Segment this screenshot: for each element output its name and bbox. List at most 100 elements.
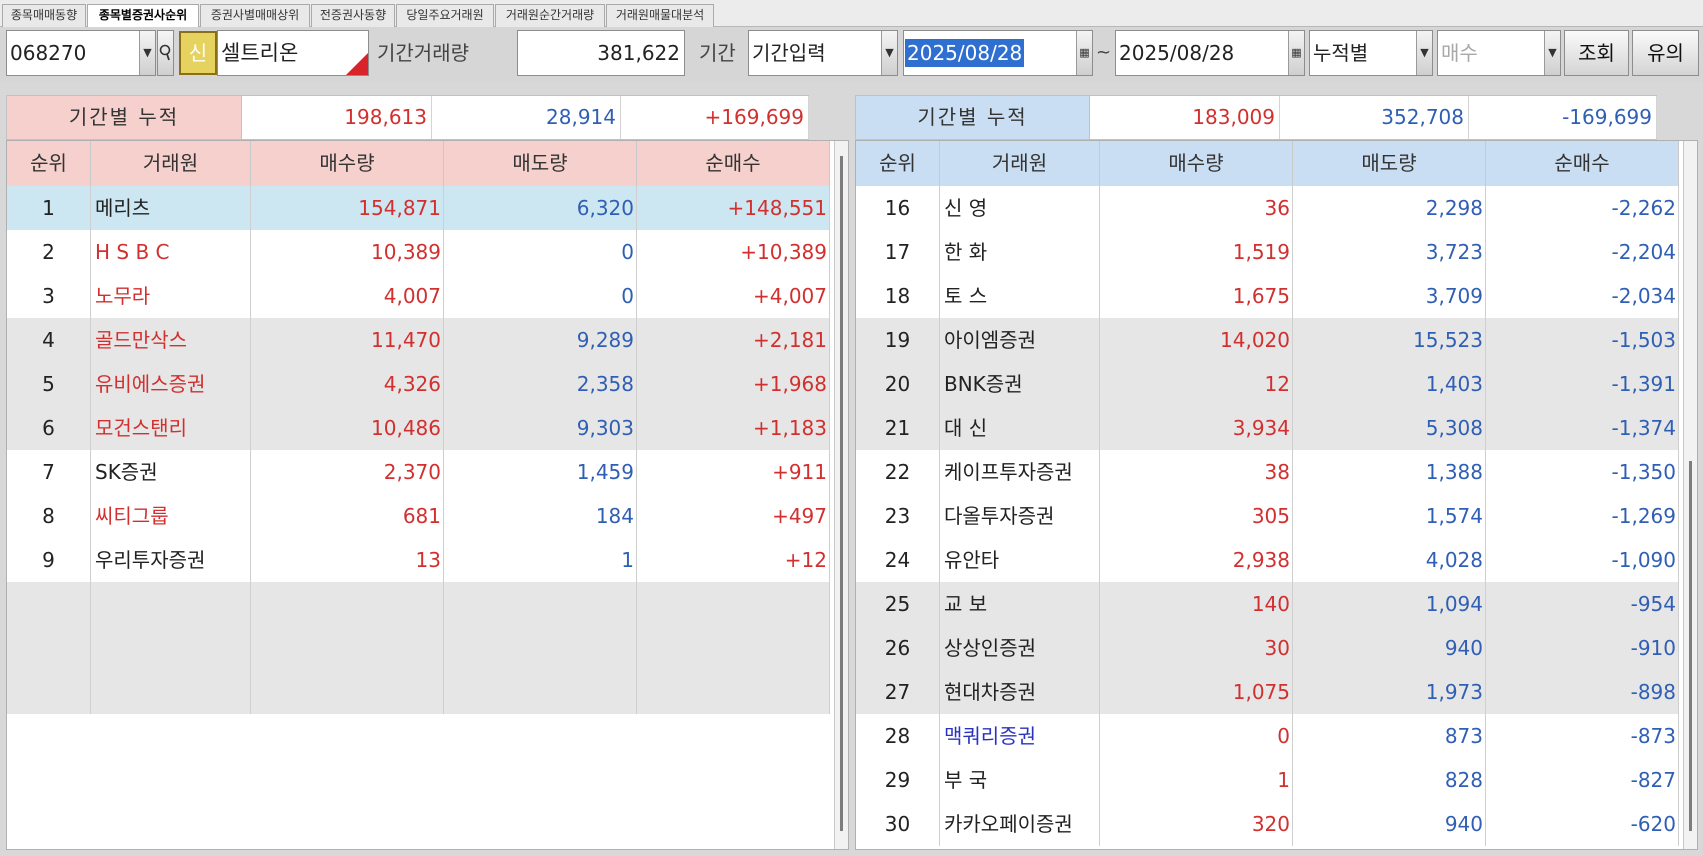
sell-table-scrollbar[interactable] bbox=[1683, 141, 1697, 849]
calendar-icon[interactable]: ▦ bbox=[1288, 31, 1304, 75]
mode-select-value: 누적별 bbox=[1313, 41, 1369, 65]
table-row[interactable]: 25 교 보 140 1,094 -954 bbox=[856, 582, 1679, 626]
table-row[interactable]: 26 상상인증권 30 940 -910 bbox=[856, 626, 1679, 670]
table-row[interactable]: 16 신 영 36 2,298 -2,262 bbox=[856, 186, 1679, 230]
chevron-down-icon[interactable]: ▼ bbox=[139, 31, 155, 75]
table-row[interactable]: 2H S B C 10,389 0 +10,389 bbox=[7, 230, 830, 274]
broker-name-cell: 케이프투자증권 bbox=[940, 450, 1100, 494]
broker-name-cell: 아이엠증권 bbox=[940, 318, 1100, 362]
tab-stock-trend[interactable]: 종목매매동향 bbox=[2, 4, 86, 27]
buy-qty-cell: 2,370 bbox=[251, 450, 444, 494]
broker-name-cell: 유안타 bbox=[940, 538, 1100, 582]
buy-qty-cell: 305 bbox=[1100, 494, 1293, 538]
buy-qty-cell: 1 bbox=[1100, 758, 1293, 802]
table-row[interactable]: 17 한 화 1,519 3,723 -2,204 bbox=[856, 230, 1679, 274]
net-buy-cell: -1,090 bbox=[1486, 538, 1679, 582]
table-row[interactable]: 21 대 신 3,934 5,308 -1,374 bbox=[856, 406, 1679, 450]
sell-qty-cell bbox=[444, 626, 637, 670]
broker-name-cell bbox=[91, 670, 251, 714]
buy-qty-cell: 11,470 bbox=[251, 318, 444, 362]
table-row[interactable]: 29 부 국 1 828 -827 bbox=[856, 758, 1679, 802]
tab-broker-ranking[interactable]: 종목별증권사순위 bbox=[87, 4, 199, 28]
buy-qty-cell: 0 bbox=[1100, 714, 1293, 758]
buy-qty-cell: 681 bbox=[251, 494, 444, 538]
chevron-down-icon[interactable]: ▼ bbox=[881, 31, 897, 75]
mode-select[interactable]: 누적별 ▼ bbox=[1309, 30, 1433, 76]
sell-qty-cell: 4,028 bbox=[1293, 538, 1486, 582]
table-row[interactable]: 24 유안타 2,938 4,028 -1,090 bbox=[856, 538, 1679, 582]
net-buy-cell: -1,503 bbox=[1486, 318, 1679, 362]
rank-cell: 6 bbox=[7, 406, 91, 450]
rank-cell bbox=[7, 626, 91, 670]
tab-broker-volume-profile[interactable]: 거래원매물대분석 bbox=[606, 4, 714, 27]
table-row[interactable]: 6 모건스탠리 10,486 9,303 +1,183 bbox=[7, 406, 830, 450]
table-row[interactable]: 3 노무라 4,007 0 +4,007 bbox=[7, 274, 830, 318]
net-buy-cell: -873 bbox=[1486, 714, 1679, 758]
search-icon[interactable] bbox=[157, 30, 174, 76]
chevron-down-icon[interactable]: ▼ bbox=[1416, 31, 1432, 75]
date-to-input[interactable]: 2025/08/28 ▦ bbox=[1115, 30, 1305, 76]
buy-qty-cell: 36 bbox=[1100, 186, 1293, 230]
buy-ranking-panel: 기간별 누적 198,613 28,914 +169,699 순위 거래원 매수… bbox=[6, 95, 858, 850]
table-row[interactable]: 22 케이프투자증권 38 1,388 -1,350 bbox=[856, 450, 1679, 494]
buy-qty-cell: 13 bbox=[251, 538, 444, 582]
tab-broker-top-trades[interactable]: 증권사별매매상위 bbox=[200, 4, 310, 27]
net-buy-cell: -2,204 bbox=[1486, 230, 1679, 274]
broker-name-cell: SK증권 bbox=[91, 450, 251, 494]
sell-qty-cell: 9,289 bbox=[444, 318, 637, 362]
column-header-broker: 거래원 bbox=[940, 141, 1100, 186]
table-row[interactable]: 7 SK증권 2,370 1,459 +911 bbox=[7, 450, 830, 494]
table-row[interactable]: 28 맥쿼리증권 0 873 -873 bbox=[856, 714, 1679, 758]
tab-broker-instant-volume[interactable]: 거래원순간거래량 bbox=[495, 4, 605, 27]
buy-table-scrollbar[interactable] bbox=[834, 141, 848, 849]
broker-name-cell bbox=[91, 626, 251, 670]
broker-name-cell: 맥쿼리증권 bbox=[940, 714, 1100, 758]
scrollbar-thumb[interactable] bbox=[840, 156, 843, 831]
buy-qty-cell bbox=[251, 582, 444, 626]
tab-today-major-brokers[interactable]: 당일주요거래원 bbox=[396, 4, 494, 27]
sell-summary-label: 기간별 누적 bbox=[856, 96, 1090, 139]
rank-cell: 2 bbox=[7, 230, 91, 274]
table-row[interactable]: 30 카카오페이증권 320 940 -620 bbox=[856, 802, 1679, 846]
scrollbar-thumb[interactable] bbox=[1689, 461, 1692, 831]
table-row[interactable]: 8 씨티그룹 681 184 +497 bbox=[7, 494, 830, 538]
table-row[interactable]: 27 현대차증권 1,075 1,973 -898 bbox=[856, 670, 1679, 714]
tab-all-brokers[interactable]: 전증권사동향 bbox=[311, 4, 395, 27]
sell-qty-cell bbox=[444, 582, 637, 626]
table-row[interactable]: 23 다올투자증권 305 1,574 -1,269 bbox=[856, 494, 1679, 538]
notice-button[interactable]: 유의 bbox=[1632, 30, 1699, 76]
sell-qty-cell: 2,358 bbox=[444, 362, 637, 406]
table-row[interactable]: 9 우리투자증권 13 1 +12 bbox=[7, 538, 830, 582]
period-select[interactable]: 기간입력 ▼ bbox=[748, 30, 898, 76]
net-buy-cell: +497 bbox=[637, 494, 830, 538]
query-button[interactable]: 조회 bbox=[1564, 30, 1629, 76]
stock-code-value: 068270 bbox=[10, 41, 87, 65]
sell-ranking-panel: 기간별 누적 183,009 352,708 -169,699 순위 거래원 매… bbox=[855, 95, 1703, 850]
sell-qty-cell: 828 bbox=[1293, 758, 1486, 802]
column-header-broker: 거래원 bbox=[91, 141, 251, 186]
table-row[interactable]: 5 유비에스증권 4,326 2,358 +1,968 bbox=[7, 362, 830, 406]
date-from-input[interactable]: 2025/08/28 ▦ bbox=[903, 30, 1093, 76]
buy-table-header: 순위 거래원 매수량 매도량 순매수 bbox=[7, 141, 830, 186]
net-buy-cell: +4,007 bbox=[637, 274, 830, 318]
net-buy-cell: -1,374 bbox=[1486, 406, 1679, 450]
table-row[interactable]: 1 메리츠 154,871 6,320 +148,551 bbox=[7, 186, 830, 230]
table-row[interactable]: 18 토 스 1,675 3,709 -2,034 bbox=[856, 274, 1679, 318]
broker-name-cell: 현대차증권 bbox=[940, 670, 1100, 714]
buy-qty-cell: 1,675 bbox=[1100, 274, 1293, 318]
stock-code-input[interactable]: 068270 ▼ bbox=[6, 30, 156, 76]
buy-qty-cell: 1,075 bbox=[1100, 670, 1293, 714]
table-row[interactable]: 20 BNK증권 12 1,403 -1,391 bbox=[856, 362, 1679, 406]
broker-name-cell: 상상인증권 bbox=[940, 626, 1100, 670]
sell-qty-cell: 184 bbox=[444, 494, 637, 538]
table-row[interactable]: 19 아이엠증권 14,020 15,523 -1,503 bbox=[856, 318, 1679, 362]
rank-cell: 23 bbox=[856, 494, 940, 538]
empty-row bbox=[7, 626, 830, 670]
rank-cell: 22 bbox=[856, 450, 940, 494]
buy-qty-cell: 154,871 bbox=[251, 186, 444, 230]
chevron-down-icon[interactable]: ▼ bbox=[1544, 31, 1560, 75]
side-select[interactable]: 매수 ▼ bbox=[1437, 30, 1561, 76]
column-header-buy-qty: 매수량 bbox=[251, 141, 444, 186]
table-row[interactable]: 4 골드만삭스 11,470 9,289 +2,181 bbox=[7, 318, 830, 362]
calendar-icon[interactable]: ▦ bbox=[1076, 31, 1092, 75]
